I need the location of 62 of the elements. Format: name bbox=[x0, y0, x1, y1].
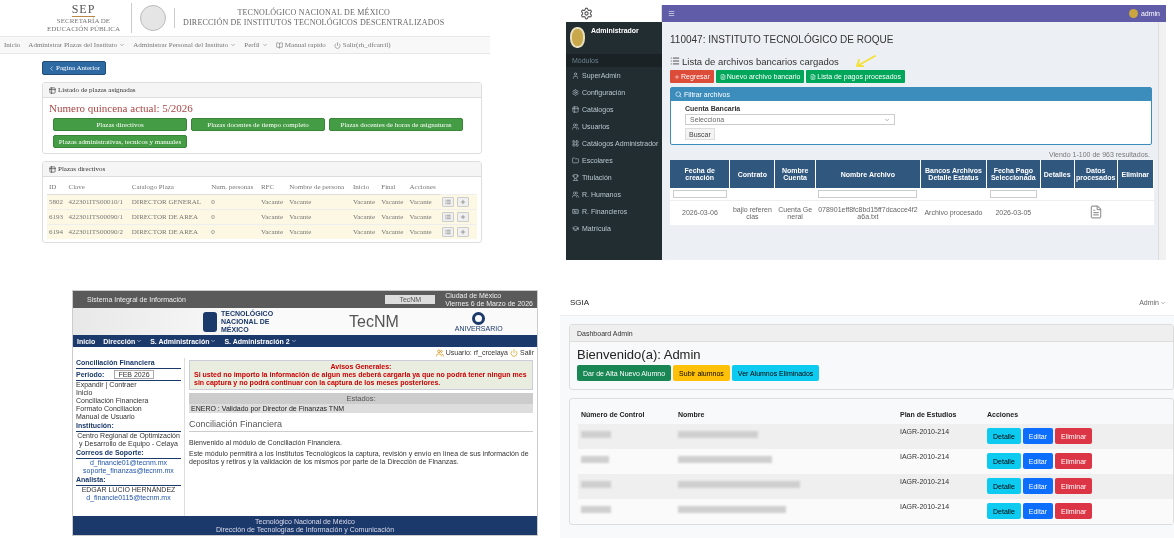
gear-icon bbox=[572, 89, 579, 96]
annotation-arrow bbox=[855, 55, 876, 67]
gear-logo-icon bbox=[580, 7, 593, 20]
section-heading: Conciliación Financiera bbox=[189, 416, 533, 432]
graduation-cap-icon bbox=[572, 225, 579, 232]
blurred-text bbox=[581, 456, 609, 463]
grid-icon bbox=[572, 140, 579, 147]
logout-icon bbox=[510, 348, 518, 357]
quincena-heading: Numero quincena actual: 5/2026 bbox=[48, 101, 194, 114]
logo-text: SEP bbox=[71, 3, 96, 17]
trophy-icon bbox=[572, 174, 579, 181]
filter-input[interactable] bbox=[989, 190, 1038, 198]
logo-icon bbox=[203, 311, 217, 332]
caret-icon bbox=[884, 116, 890, 123]
folder-icon bbox=[572, 157, 579, 164]
caret-icon bbox=[119, 42, 126, 48]
brand-text: TecNM bbox=[349, 312, 399, 331]
document-icon[interactable] bbox=[1088, 205, 1103, 220]
id-card-icon bbox=[572, 208, 579, 215]
menu-icon[interactable] bbox=[668, 10, 675, 17]
users-icon bbox=[572, 191, 579, 198]
header-title: TECNOLÓGICO NACIONAL DE MÉXICO bbox=[237, 8, 390, 17]
blurred-text bbox=[581, 481, 611, 488]
document-icon bbox=[719, 73, 726, 80]
scrollbar[interactable] bbox=[1158, 22, 1166, 260]
table-icon bbox=[572, 106, 579, 113]
caret-icon bbox=[136, 338, 143, 344]
book-icon bbox=[275, 41, 283, 49]
caret-icon bbox=[261, 42, 268, 48]
list-button[interactable] bbox=[442, 212, 455, 222]
table-icon bbox=[49, 86, 56, 94]
plus-icon bbox=[674, 73, 680, 80]
search-icon bbox=[675, 91, 682, 98]
power-icon bbox=[333, 41, 341, 49]
caret-icon bbox=[210, 338, 217, 344]
caret-icon bbox=[230, 42, 237, 48]
emblem-icon bbox=[140, 5, 166, 31]
add-button[interactable] bbox=[457, 197, 470, 207]
list-icon bbox=[670, 56, 680, 66]
add-button[interactable] bbox=[457, 212, 470, 222]
list-title: Lista de archivos bancarios cargados bbox=[682, 55, 839, 67]
header-title: DIRECCIÓN DE INSTITUTOS TECNOLÓGICOS DESCENTRALIZADOS bbox=[183, 18, 445, 28]
document-icon bbox=[810, 73, 817, 80]
list-button[interactable] bbox=[442, 227, 455, 237]
page-title: 110047: INSTITUTO TECNOLÓGICO DE ROQUE bbox=[670, 34, 895, 45]
welcome-heading: Bienvenido(a): Admin bbox=[576, 346, 702, 364]
filter-input[interactable] bbox=[673, 190, 727, 198]
crest-icon bbox=[570, 27, 585, 48]
add-button[interactable] bbox=[457, 227, 470, 237]
table-icon bbox=[49, 165, 56, 173]
blurred-text bbox=[581, 431, 611, 438]
users-icon bbox=[435, 348, 444, 357]
person-icon bbox=[572, 72, 579, 79]
list-button[interactable] bbox=[442, 197, 455, 207]
anniversary-logo-icon bbox=[472, 311, 486, 325]
filter-input[interactable] bbox=[818, 190, 918, 198]
blurred-text bbox=[581, 506, 611, 513]
caret-icon bbox=[1160, 299, 1166, 306]
chevron-left-icon bbox=[48, 64, 55, 72]
users-icon bbox=[572, 123, 579, 130]
brand-text: SGIA bbox=[570, 298, 590, 307]
caret-icon bbox=[290, 338, 297, 344]
